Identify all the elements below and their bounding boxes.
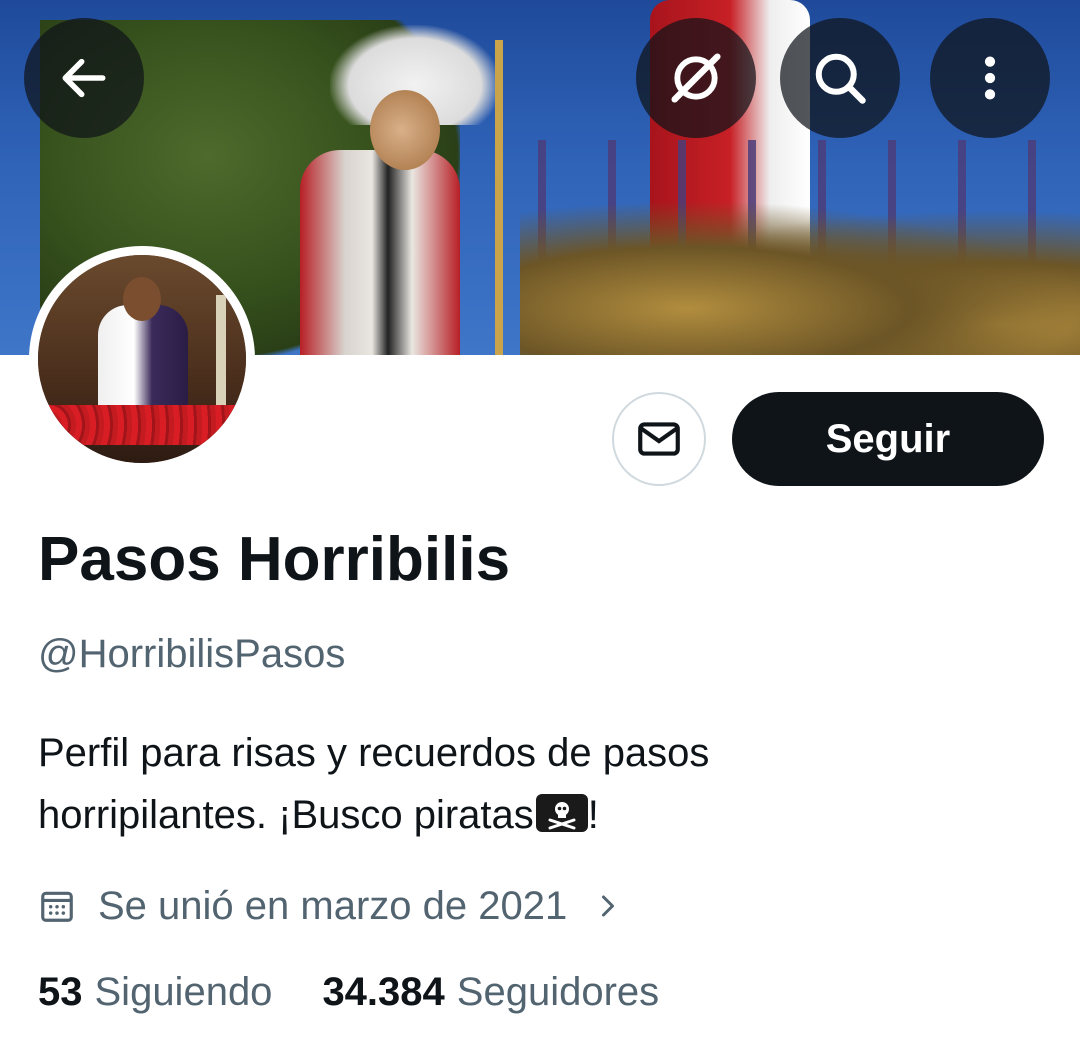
followers-count: 34.384 xyxy=(322,970,445,1014)
following-link[interactable]: 53 Siguiendo xyxy=(38,970,272,1015)
bio-line-2-end: ! xyxy=(587,793,599,837)
arrow-left-icon xyxy=(62,58,106,98)
following-count: 53 xyxy=(38,970,83,1014)
calendar-icon xyxy=(41,891,73,922)
avatar-image xyxy=(38,255,246,463)
back-button[interactable] xyxy=(24,18,144,138)
grok-button[interactable] xyxy=(636,18,756,138)
banner-candelabra xyxy=(520,200,1080,355)
follow-button[interactable]: Seguir xyxy=(732,392,1044,486)
bio-line-2-text: horripilantes. ¡Busco piratas xyxy=(38,793,534,837)
joined-date-row[interactable]: Se unió en marzo de 2021 xyxy=(38,876,623,936)
grok-icon xyxy=(671,53,721,103)
follow-stats: 53 Siguiendo 34.384 Seguidores xyxy=(38,970,659,1015)
display-name: Pasos Horribilis xyxy=(38,525,511,594)
profile-bio: Perfil para risas y recuerdos de pasos h… xyxy=(38,722,1038,846)
followers-label: Seguidores xyxy=(456,970,660,1014)
banner-soldier-figure xyxy=(300,150,460,355)
bio-line-2: horripilantes. ¡Busco piratas ! xyxy=(38,784,1038,846)
envelope-icon xyxy=(638,422,680,456)
followers-link[interactable]: 34.384 Seguidores xyxy=(322,970,659,1015)
chevron-right-icon xyxy=(602,895,615,917)
bio-line-1: Perfil para risas y recuerdos de pasos xyxy=(38,731,710,775)
profile-avatar[interactable] xyxy=(29,246,255,472)
more-options-button[interactable] xyxy=(930,18,1050,138)
more-vertical-icon xyxy=(984,56,996,100)
message-button[interactable] xyxy=(612,392,706,486)
username-handle: @HorribilisPasos xyxy=(38,632,346,676)
pirate-flag-icon xyxy=(535,794,588,832)
search-icon xyxy=(815,53,866,104)
banner-soldier-head xyxy=(370,90,440,170)
following-label: Siguiendo xyxy=(94,970,273,1014)
joined-date-text: Se unió en marzo de 2021 xyxy=(98,883,568,928)
banner-staff xyxy=(495,40,503,355)
search-button[interactable] xyxy=(780,18,900,138)
